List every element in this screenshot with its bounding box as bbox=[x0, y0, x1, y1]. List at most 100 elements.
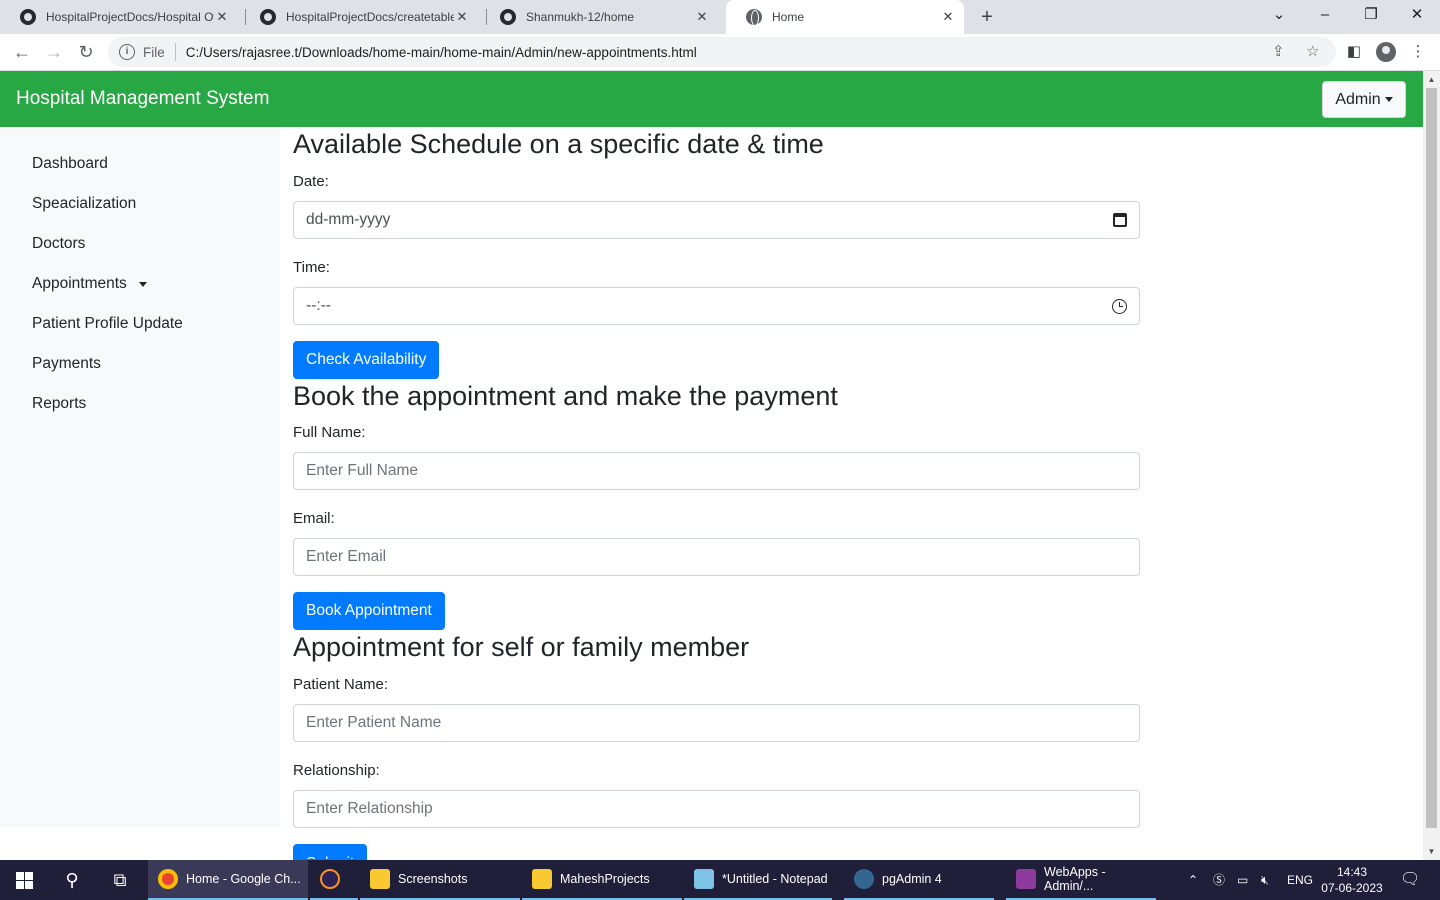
close-icon[interactable]: ✕ bbox=[940, 9, 956, 25]
scrollbar-thumb[interactable] bbox=[1426, 88, 1437, 828]
taskbar-app-label: MaheshProjects bbox=[560, 872, 650, 886]
tab-title: Shanmukh-12/home bbox=[526, 10, 635, 24]
browser-tab-bar: HospitalProjectDocs/Hospital Ov ✕ Hospit… bbox=[0, 0, 1440, 34]
info-icon[interactable]: i bbox=[119, 44, 135, 60]
close-icon[interactable]: ✕ bbox=[694, 9, 710, 25]
schedule-heading: Available Schedule on a specific date & … bbox=[293, 129, 824, 159]
family-heading: Appointment for self or family member bbox=[293, 632, 750, 662]
date-input[interactable]: dd-mm-yyyy bbox=[293, 201, 1140, 239]
clock-time: 14:43 bbox=[1336, 865, 1368, 879]
forward-icon[interactable]: → bbox=[42, 40, 66, 64]
sidebar-item-doctors[interactable]: Doctors bbox=[32, 235, 85, 253]
check-availability-button[interactable]: Check Availability bbox=[293, 341, 440, 379]
chrome-icon bbox=[158, 869, 178, 889]
volume-muted-icon[interactable]: 🔇︎ bbox=[1261, 860, 1269, 900]
task-view-icon[interactable]: ⧉ bbox=[96, 860, 144, 900]
browser-tab[interactable]: HospitalProjectDocs/Hospital Ov ✕ bbox=[0, 0, 238, 34]
notification-icon[interactable]: 🗨︎ bbox=[1400, 860, 1420, 900]
taskbar-app-notepad[interactable]: *Untitled - Notepad bbox=[684, 860, 832, 900]
sidebar-item-label: Appointments bbox=[32, 275, 127, 292]
taskbar-app-webapps[interactable]: WebApps - Admin/... bbox=[1006, 860, 1156, 900]
address-bar[interactable]: i File C:/Users/rajasree.t/Downloads/hom… bbox=[108, 37, 1336, 67]
browser-tab[interactable]: HospitalProjectDocs/createtables ✕ bbox=[240, 0, 478, 34]
tab-title: HospitalProjectDocs/createtables bbox=[286, 10, 454, 24]
restore-icon[interactable]: ❐ bbox=[1348, 0, 1394, 34]
tray-chevron-up-icon[interactable]: ⌃ bbox=[1188, 860, 1198, 900]
close-icon[interactable]: ✕ bbox=[214, 9, 230, 25]
patient-name-label: Patient Name: bbox=[293, 676, 389, 693]
scroll-up-icon[interactable]: ▲ bbox=[1423, 71, 1440, 88]
clock-icon[interactable] bbox=[1112, 298, 1127, 314]
sidebar: Dashboard Speacialization Doctors Appoin… bbox=[0, 127, 280, 827]
github-icon bbox=[260, 9, 276, 25]
taskbar-app-label: Home - Google Ch... bbox=[186, 872, 301, 886]
sidebar-item-reports[interactable]: Reports bbox=[32, 395, 86, 413]
avatar bbox=[1376, 42, 1396, 62]
sidebar-item-label: Speacialization bbox=[32, 195, 137, 212]
tab-search-icon[interactable]: ⌄ bbox=[1256, 0, 1302, 34]
menu-kebab-icon[interactable]: ⋮ bbox=[1406, 40, 1430, 64]
github-icon bbox=[20, 9, 36, 25]
sidebar-item-appointments[interactable]: Appointments bbox=[32, 275, 147, 293]
taskbar-app-eclipse[interactable] bbox=[310, 860, 358, 900]
sidebar-item-specialization[interactable]: Speacialization bbox=[32, 195, 136, 213]
taskbar-app-chrome[interactable]: Home - Google Ch... bbox=[148, 860, 308, 900]
folder-icon bbox=[370, 869, 390, 889]
clock-date: 07-06-2023 bbox=[1321, 881, 1383, 895]
side-panel-icon[interactable]: ◧ bbox=[1342, 40, 1366, 64]
notepad-icon bbox=[694, 869, 714, 889]
tab-title: Home bbox=[772, 10, 805, 24]
sidebar-item-payments[interactable]: Payments bbox=[32, 355, 101, 373]
time-input[interactable]: --:-- bbox=[293, 287, 1140, 325]
folder-icon bbox=[532, 869, 552, 889]
patient-name-input[interactable] bbox=[293, 704, 1140, 742]
brand-title[interactable]: Hospital Management System bbox=[16, 88, 269, 110]
page-scrollbar[interactable]: ▲ ▼ bbox=[1423, 71, 1440, 860]
taskbar-app-label: pgAdmin 4 bbox=[882, 872, 942, 886]
search-icon[interactable]: ⚲ bbox=[48, 860, 96, 900]
book-appointment-button[interactable]: Book Appointment bbox=[293, 592, 445, 630]
tray-s-icon[interactable]: Ⓢ bbox=[1213, 860, 1225, 900]
full-name-input[interactable] bbox=[293, 452, 1140, 490]
relationship-label: Relationship: bbox=[293, 762, 380, 779]
system-clock[interactable]: 14:43 07-06-2023 bbox=[1316, 864, 1388, 896]
windows-taskbar: ⚲ ⧉ Home - Google Ch... Screenshots Mahe… bbox=[0, 860, 1440, 900]
share-icon[interactable]: ⇪ bbox=[1272, 37, 1285, 67]
calendar-icon[interactable] bbox=[1113, 213, 1127, 227]
sidebar-item-label: Dashboard bbox=[32, 155, 108, 172]
sidebar-item-label: Doctors bbox=[32, 235, 86, 252]
new-tab-icon[interactable]: + bbox=[976, 6, 998, 28]
caret-down-icon bbox=[1384, 97, 1393, 102]
admin-dropdown-button[interactable]: Admin bbox=[1322, 81, 1406, 118]
windows-start-icon[interactable] bbox=[0, 860, 48, 900]
back-icon[interactable]: ← bbox=[10, 40, 34, 64]
bookmark-star-icon[interactable]: ☆ bbox=[1306, 37, 1319, 67]
submit-button[interactable]: Submit bbox=[293, 844, 368, 860]
relationship-input[interactable] bbox=[293, 790, 1140, 828]
date-value: dd-mm-yyyy bbox=[306, 211, 391, 228]
scroll-down-icon[interactable]: ▼ bbox=[1423, 843, 1440, 860]
reload-icon[interactable]: ↻ bbox=[74, 40, 98, 64]
close-icon[interactable]: ✕ bbox=[454, 9, 470, 25]
sidebar-item-label: Patient Profile Update bbox=[32, 315, 183, 332]
email-input[interactable] bbox=[293, 538, 1140, 576]
sidebar-item-patient-profile-update[interactable]: Patient Profile Update bbox=[32, 315, 183, 333]
taskbar-app-maheshprojects[interactable]: MaheshProjects bbox=[522, 860, 682, 900]
admin-label: Admin bbox=[1335, 90, 1381, 108]
file-label: File bbox=[143, 44, 165, 60]
app-navbar: Hospital Management System Admin bbox=[0, 71, 1423, 127]
window-close-icon[interactable]: ✕ bbox=[1394, 0, 1440, 34]
sidebar-item-dashboard[interactable]: Dashboard bbox=[32, 155, 108, 173]
globe-icon bbox=[746, 9, 762, 26]
taskbar-app-screenshots[interactable]: Screenshots bbox=[360, 860, 520, 900]
taskbar-app-pgadmin[interactable]: pgAdmin 4 bbox=[844, 860, 994, 900]
url-text[interactable]: C:/Users/rajasree.t/Downloads/home-main/… bbox=[186, 45, 697, 60]
minimize-icon[interactable]: – bbox=[1302, 0, 1348, 34]
language-indicator[interactable]: ENG bbox=[1287, 860, 1313, 900]
profile-icon[interactable] bbox=[1374, 40, 1398, 64]
browser-tab-active[interactable]: Home ✕ bbox=[726, 0, 964, 34]
browser-tab[interactable]: Shanmukh-12/home ✕ bbox=[480, 0, 718, 34]
github-icon bbox=[500, 9, 516, 25]
sidebar-item-label: Payments bbox=[32, 355, 101, 372]
network-icon[interactable]: ▭ bbox=[1237, 860, 1248, 900]
